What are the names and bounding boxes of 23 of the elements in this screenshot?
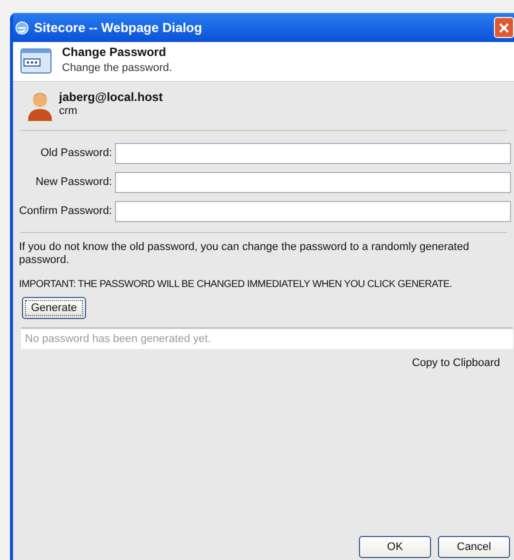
generated-password-field[interactable]: No password has been generated yet. [21, 327, 513, 349]
browser-icon [15, 20, 29, 34]
dialog-button[interactable]: Cancel [438, 536, 510, 558]
dialog-subtitle: Change the password. [62, 61, 172, 76]
field-label: New Password: [34, 175, 113, 190]
user-name: jaberg@local.host [59, 90, 163, 104]
password-field[interactable] [115, 143, 511, 164]
close-icon [498, 22, 510, 34]
warning-text: IMPORTANT: THE PASSWORD WILL BE CHANGED IMMEDIATELY WHEN YOU CLICK GENERATE. [19, 278, 452, 291]
field-label: Confirm Password: [18, 204, 113, 220]
password-field[interactable] [115, 172, 511, 193]
dialog-button[interactable]: OK [359, 536, 431, 558]
window-title: Sitecore -- Webpage Dialog [34, 18, 202, 37]
copy-to-clipboard-link[interactable]: Copy to Clipboard [412, 355, 500, 372]
user-icon [27, 90, 53, 122]
generate-button[interactable]: Generate [22, 297, 86, 319]
close-button[interactable] [494, 17, 514, 38]
password-window-icon [20, 48, 52, 74]
dialog-heading: Change Password [62, 44, 168, 60]
user-domain: crm [59, 104, 78, 118]
password-field[interactable] [115, 201, 511, 222]
field-label: Old Password: [39, 146, 113, 162]
info-text: If you do not know the old password, you can change the password to a randomly generated password. [19, 241, 470, 267]
